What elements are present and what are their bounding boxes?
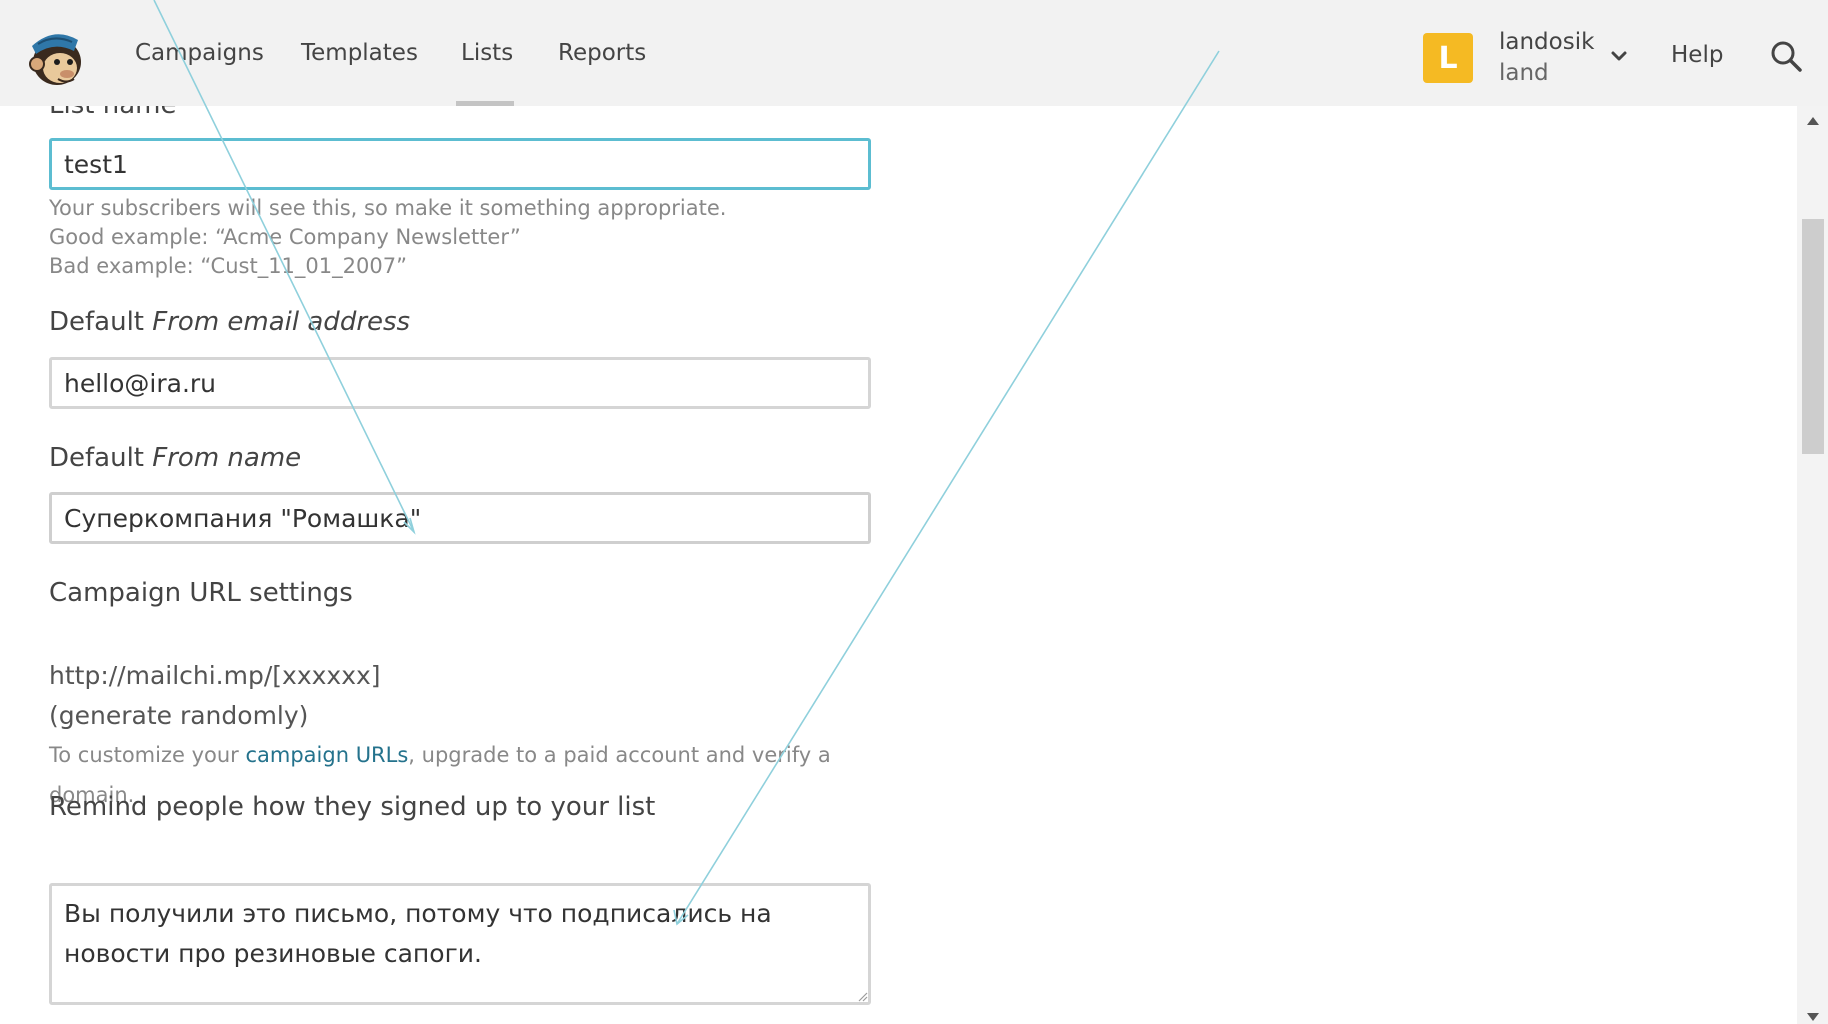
from-email-label-em: From email address <box>152 307 411 337</box>
from-name-label: Default From name <box>49 443 301 473</box>
list-name-hint: Your subscribers will see this, so make … <box>49 194 726 281</box>
nav-lists[interactable]: Lists <box>461 40 513 66</box>
reminder-textarea[interactable]: Вы получили это письмо, потому что подпи… <box>49 883 871 1005</box>
nav-reports[interactable]: Reports <box>558 40 646 66</box>
scroll-up-arrow-icon[interactable] <box>1806 116 1820 126</box>
from-name-input[interactable] <box>49 492 871 544</box>
nav-templates[interactable]: Templates <box>301 40 418 66</box>
search-icon[interactable] <box>1769 39 1803 73</box>
from-name-label-prefix: Default <box>49 443 153 473</box>
chevron-down-icon[interactable] <box>1608 45 1630 67</box>
list-name-hint-line: Your subscribers will see this, so make … <box>49 196 727 220</box>
top-navigation-bar: Campaigns Templates Lists Reports L land… <box>0 0 1828 106</box>
campaign-urls-link[interactable]: campaign URLs <box>245 743 408 767</box>
from-email-label-prefix: Default <box>49 307 153 337</box>
mailchimp-logo-icon[interactable] <box>24 24 88 88</box>
scrollbar-thumb[interactable] <box>1802 219 1824 454</box>
help-link[interactable]: Help <box>1671 42 1723 68</box>
campaign-url-value: http://mailchi.mp/[xxxxxx] (generate ran… <box>49 661 381 730</box>
bad-example-hint: Bad example: “Cust_11_01_2007” <box>49 254 407 278</box>
list-settings-form: List name Your subscribers will see this… <box>0 0 1790 1024</box>
from-name-label-em: From name <box>152 443 302 473</box>
from-email-input[interactable] <box>49 357 871 409</box>
nav-campaigns[interactable]: Campaigns <box>135 40 264 66</box>
account-avatar[interactable]: L <box>1423 33 1473 83</box>
campaign-url-label: Campaign URL settings <box>49 578 353 608</box>
list-name-input[interactable] <box>49 138 871 190</box>
mailchimp-list-settings-screen: List name Your subscribers will see this… <box>0 0 1828 1024</box>
from-email-label: Default From email address <box>49 307 410 337</box>
good-example-hint: Good example: “Acme Company Newsletter” <box>49 225 521 249</box>
resize-grip-icon[interactable] <box>856 990 868 1002</box>
account-name[interactable]: landosik <box>1499 29 1594 55</box>
reminder-label: Remind people how they signed up to your… <box>49 792 656 822</box>
campaign-url-note-before: To customize your <box>49 743 246 767</box>
account-username[interactable]: land <box>1499 60 1549 86</box>
scroll-down-arrow-icon[interactable] <box>1806 1012 1820 1022</box>
active-nav-indicator <box>456 101 514 106</box>
